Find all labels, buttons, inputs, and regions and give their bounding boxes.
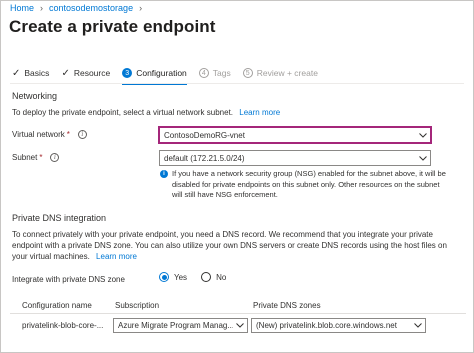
- required-marker: *: [39, 153, 43, 162]
- checkmark-icon: ✓: [61, 67, 70, 79]
- breadcrumb-home-link[interactable]: Home: [10, 3, 34, 13]
- radio-yes[interactable]: Yes: [159, 272, 187, 282]
- networking-learn-more-link[interactable]: Learn more: [239, 108, 280, 117]
- virtual-network-value: ContosoDemoRG-vnet: [164, 130, 245, 140]
- chevron-down-icon: [233, 323, 247, 328]
- step-number-badge: 3: [122, 68, 133, 78]
- subscription-select[interactable]: Azure Migrate Program Manag...: [113, 318, 248, 333]
- virtual-network-label-text: Virtual network: [12, 130, 65, 139]
- radio-no-label: No: [216, 272, 227, 282]
- nsg-info-note: i If you have a network security group (…: [160, 169, 450, 201]
- column-header-private-dns-zones: Private DNS zones: [253, 301, 321, 310]
- info-icon: i: [160, 170, 168, 178]
- private-dns-zone-select[interactable]: (New) privatelink.blob.core.windows.net: [251, 318, 426, 333]
- breadcrumb-resource-link[interactable]: contosodemostorage: [49, 3, 133, 13]
- tab-review-create[interactable]: 5 Review + create: [242, 66, 318, 80]
- radio-yes-label: Yes: [174, 272, 188, 282]
- breadcrumb: Home › contosodemostorage ›: [10, 3, 142, 13]
- networking-description-text: To deploy the private endpoint, select a…: [12, 108, 234, 117]
- tab-resource[interactable]: ✓ Resource: [61, 66, 110, 80]
- radio-selected-icon: [159, 272, 169, 282]
- step-number-badge: 4: [198, 68, 209, 78]
- checkmark-icon: ✓: [12, 67, 21, 79]
- networking-description: To deploy the private endpoint, select a…: [12, 107, 280, 118]
- subnet-label: Subnet * i: [12, 153, 60, 162]
- tab-label: Basics: [24, 68, 50, 78]
- dns-learn-more-link[interactable]: Learn more: [96, 252, 137, 261]
- subscription-value: Azure Migrate Program Manag...: [118, 321, 233, 330]
- table-header-divider: [10, 313, 466, 314]
- tab-label: Configuration: [136, 68, 187, 78]
- tab-label: Resource: [73, 68, 111, 78]
- step-number-badge: 5: [242, 68, 253, 78]
- tab-label: Review + create: [256, 68, 318, 78]
- tabs-divider: [10, 83, 464, 84]
- wizard-tabs: ✓ Basics ✓ Resource 3 Configuration 4 Ta…: [12, 66, 330, 85]
- page-title: Create a private endpoint: [9, 17, 216, 36]
- subnet-label-text: Subnet: [12, 153, 38, 162]
- table-row-configuration-name: privatelink-blob-core-...: [22, 321, 104, 330]
- chevron-down-icon: [416, 155, 430, 161]
- private-dns-zone-value: (New) privatelink.blob.core.windows.net: [256, 321, 397, 330]
- subnet-select[interactable]: default (172.21.5.0/24): [159, 150, 431, 166]
- nsg-note-text: If you have a network security group (NS…: [172, 169, 446, 199]
- virtual-network-label: Virtual network * i: [12, 130, 87, 139]
- dns-section-title: Private DNS integration: [12, 213, 107, 223]
- dns-description: To connect privately with your private e…: [12, 229, 464, 262]
- chevron-right-icon: ›: [139, 3, 143, 13]
- column-header-subscription: Subscription: [115, 301, 160, 310]
- chevron-down-icon: [416, 132, 430, 138]
- tab-basics[interactable]: ✓ Basics: [12, 66, 49, 80]
- chevron-down-icon: [411, 323, 425, 328]
- required-marker: *: [66, 130, 70, 139]
- radio-unselected-icon: [201, 272, 212, 282]
- column-header-configuration-name: Configuration name: [22, 301, 92, 310]
- virtual-network-select[interactable]: ContosoDemoRG-vnet: [159, 127, 431, 143]
- tab-configuration[interactable]: 3 Configuration: [122, 66, 187, 85]
- chevron-right-icon: ›: [40, 3, 44, 13]
- integrate-dns-radio-group: Yes No: [159, 272, 226, 282]
- info-icon[interactable]: i: [50, 153, 60, 162]
- dns-description-text: To connect privately with your private e…: [12, 230, 447, 261]
- integrate-dns-label: Integrate with private DNS zone: [12, 275, 125, 284]
- subnet-value: default (172.21.5.0/24): [164, 153, 245, 163]
- tab-tags[interactable]: 4 Tags: [198, 66, 231, 80]
- radio-no[interactable]: No: [201, 272, 226, 282]
- tab-label: Tags: [212, 68, 231, 78]
- info-icon[interactable]: i: [77, 130, 87, 139]
- networking-section-title: Networking: [12, 91, 58, 101]
